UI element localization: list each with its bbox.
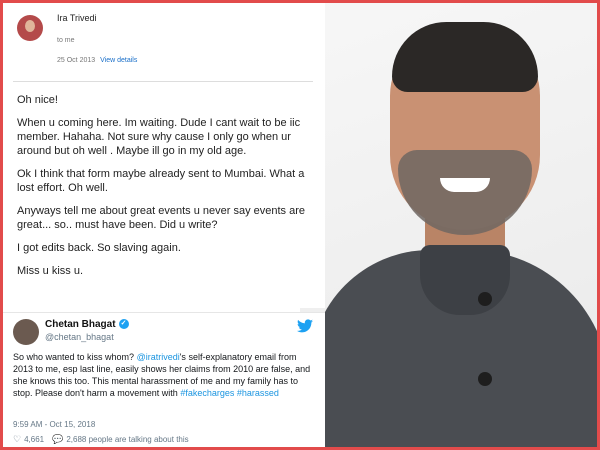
verified-badge-icon: ✓ xyxy=(118,319,129,330)
recipient-label: to me xyxy=(57,37,75,44)
tweet-author-handle[interactable]: @chetan_bhagat xyxy=(45,332,114,342)
sender-name: Ira Trivedi xyxy=(57,13,97,23)
portrait-photo xyxy=(300,0,600,450)
email-card: Ira Trivedi to me 25 Oct 2013 View detai… xyxy=(3,3,325,308)
email-date: 25 Oct 2013 xyxy=(57,57,96,64)
view-details-link[interactable]: View details xyxy=(100,57,137,64)
hair-shape xyxy=(392,22,538,92)
collar-shape xyxy=(420,245,510,315)
email-paragraph: When u coming here. Im waiting. Dude I c… xyxy=(17,117,301,157)
tweet-text-part: So who wanted to kiss whom? xyxy=(13,352,137,362)
hashtag-link[interactable]: #fakecharges xyxy=(180,388,234,398)
tweet-card: Chetan Bhagat ✓ @chetan_bhagat So who wan… xyxy=(3,312,325,447)
email-paragraph: I got edits back. So slaving again. xyxy=(17,242,181,254)
tweet-text: So who wanted to kiss whom? @iratrivedi'… xyxy=(13,351,313,399)
sender-avatar xyxy=(17,15,43,41)
tweet-stats: ♡ 4,661 💬 2,688 people are talking about… xyxy=(13,434,189,445)
tweet-author-name-row[interactable]: Chetan Bhagat ✓ xyxy=(45,319,129,330)
email-paragraph: Oh nice! xyxy=(17,94,58,106)
speech-bubble-icon[interactable]: 💬 xyxy=(52,434,63,445)
beard-shape xyxy=(398,150,532,235)
tweet-timestamp[interactable]: 9:59 AM - Oct 15, 2018 xyxy=(13,420,95,429)
tweet-author-name[interactable]: Chetan Bhagat xyxy=(45,319,116,330)
tweet-mention-link[interactable]: @iratrivedi xyxy=(137,352,180,362)
jacket-button xyxy=(478,292,492,306)
tweet-author-avatar[interactable] xyxy=(13,319,39,345)
header-divider xyxy=(13,81,313,82)
smile-shape xyxy=(440,178,490,192)
email-paragraph: Anyways tell me about great events u nev… xyxy=(17,205,305,231)
talking-count-link[interactable]: 2,688 people are talking about this xyxy=(66,435,188,444)
like-count: 4,661 xyxy=(24,435,45,444)
twitter-bird-icon[interactable] xyxy=(297,319,313,333)
email-paragraph: Miss u kiss u. xyxy=(17,265,84,277)
heart-icon[interactable]: ♡ xyxy=(13,434,21,445)
jacket-button xyxy=(478,372,492,386)
email-date-line: 25 Oct 2013 View details xyxy=(57,57,137,64)
email-paragraph: Ok I think that form maybe already sent … xyxy=(17,168,305,194)
hashtag-link[interactable]: #harassed xyxy=(237,388,279,398)
email-body: Oh nice! When u coming here. Im waiting.… xyxy=(17,93,317,287)
